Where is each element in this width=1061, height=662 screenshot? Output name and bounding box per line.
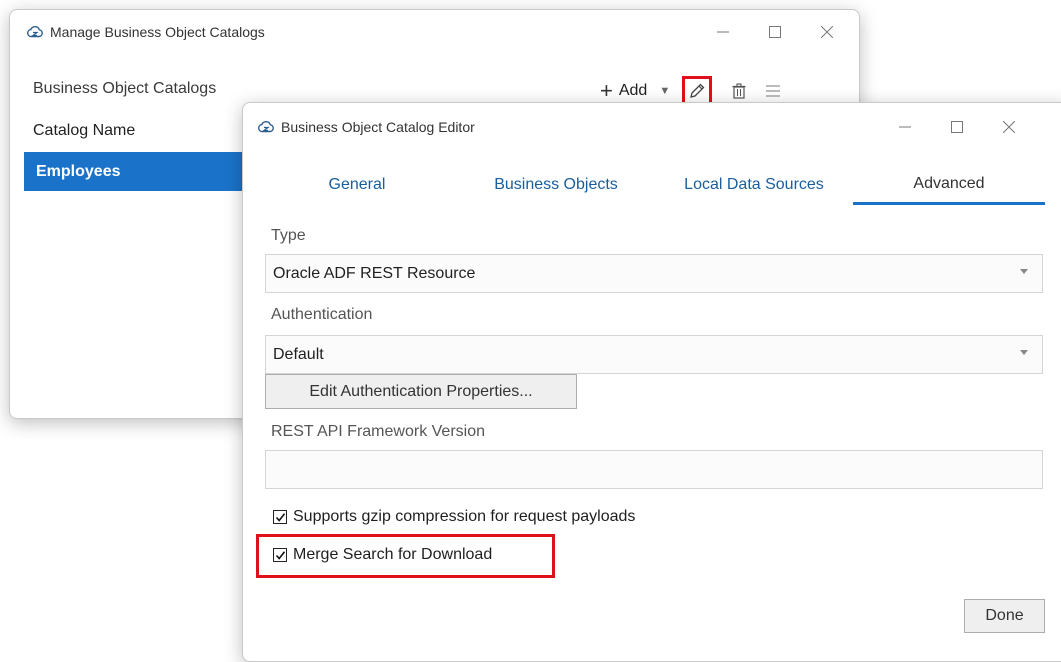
delete-button[interactable] (728, 78, 750, 104)
close-icon[interactable] (983, 103, 1035, 151)
list-item[interactable]: Employees (24, 152, 264, 191)
dropdown-caret-icon[interactable]: ▼ (659, 85, 670, 97)
catalog-editor-window: Business Object Catalog Editor General B… (242, 102, 1061, 662)
merge-search-checkbox[interactable]: Merge Search for Download (273, 546, 492, 564)
more-menu-button[interactable] (762, 78, 784, 104)
gzip-checkbox[interactable]: Supports gzip compression for request pa… (273, 508, 635, 526)
tab-bar: General Business Objects Local Data Sour… (243, 165, 1061, 205)
edit-authentication-properties-button[interactable]: Edit Authentication Properties... (265, 374, 577, 409)
done-button[interactable]: Done (964, 599, 1045, 633)
window-title: Manage Business Object Catalogs (50, 24, 265, 40)
chevron-down-icon (1020, 269, 1028, 274)
hamburger-menu-icon (766, 85, 781, 97)
tab-business-objects[interactable]: Business Objects (465, 165, 647, 205)
authentication-label: Authentication (271, 306, 373, 323)
window-controls (879, 103, 1035, 151)
add-button[interactable]: + Add ▼ (600, 80, 670, 102)
type-label: Type (271, 227, 306, 244)
trash-icon (732, 83, 746, 99)
merge-search-label: Merge Search for Download (293, 546, 493, 563)
tab-local-data-sources[interactable]: Local Data Sources (659, 165, 849, 205)
window-controls (697, 10, 853, 54)
authentication-value: Default (273, 345, 324, 363)
close-icon[interactable] (801, 10, 853, 54)
minimize-icon[interactable] (697, 10, 749, 54)
cloud-app-icon (257, 118, 275, 136)
checkbox-checked-icon (273, 510, 287, 524)
checkbox-checked-icon (273, 548, 287, 562)
plus-icon: + (600, 78, 613, 103)
maximize-icon[interactable] (931, 103, 983, 151)
rest-api-version-input[interactable] (265, 450, 1043, 489)
window-title: Business Object Catalog Editor (281, 119, 475, 135)
minimize-icon[interactable] (879, 103, 931, 151)
add-label: Add (618, 82, 648, 99)
maximize-icon[interactable] (749, 10, 801, 54)
chevron-down-icon (1020, 350, 1028, 355)
section-label: Business Object Catalogs (33, 80, 217, 97)
type-value: Oracle ADF REST Resource (273, 264, 476, 282)
pencil-icon (690, 83, 705, 98)
gzip-label: Supports gzip compression for request pa… (293, 508, 636, 525)
type-select[interactable]: Oracle ADF REST Resource (265, 254, 1043, 293)
column-header-catalog-name: Catalog Name (33, 122, 136, 139)
authentication-select[interactable]: Default (265, 335, 1043, 374)
rest-api-version-label: REST API Framework Version (271, 423, 485, 440)
tab-advanced[interactable]: Advanced (853, 165, 1045, 205)
cloud-app-icon (26, 23, 44, 41)
tab-general[interactable]: General (297, 165, 417, 205)
